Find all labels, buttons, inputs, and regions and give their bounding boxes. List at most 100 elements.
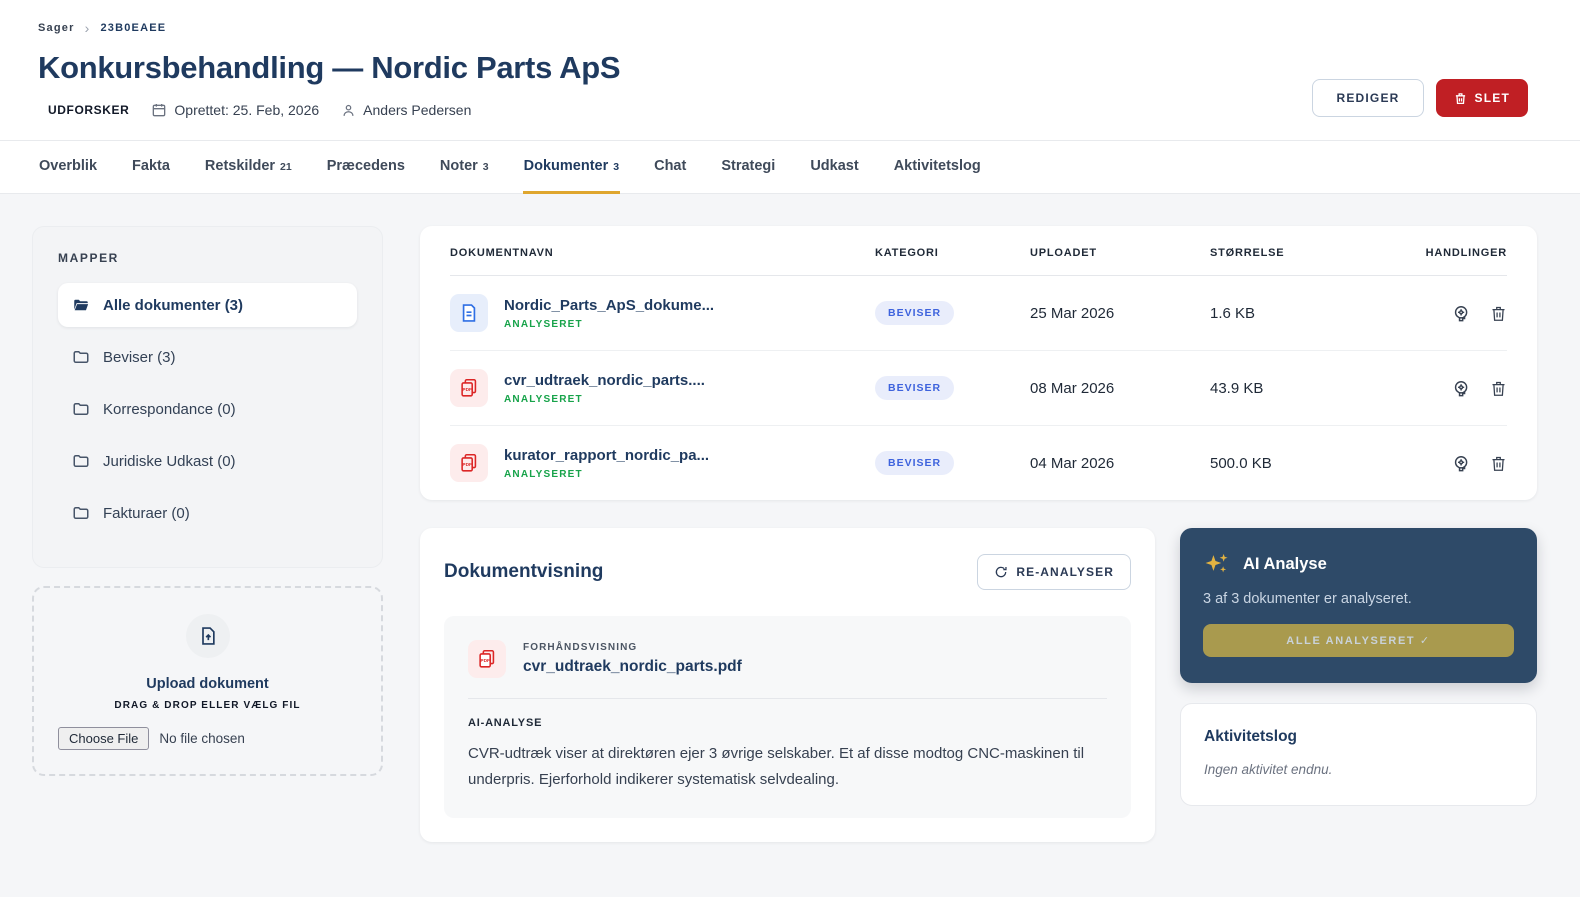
divider	[468, 698, 1107, 699]
folder-icon	[72, 452, 90, 470]
analyzed-badge: ANALYSERET	[504, 393, 583, 405]
tab-aktivitetslog[interactable]: Aktivitetslog	[893, 141, 982, 193]
case-owner: Anders Pedersen	[341, 102, 471, 118]
column-header-size: STØRRELSE	[1210, 247, 1285, 259]
folder-item-alle-dokumenter[interactable]: Alle dokumenter (3)	[58, 283, 357, 327]
document-viewer-panel: Dokumentvisning RE-ANALYSER PDF FORHÅNDS…	[420, 528, 1155, 842]
upload-title: Upload dokument	[146, 676, 269, 692]
delete-row-icon[interactable]	[1490, 454, 1507, 473]
ai-analysis-text: CVR-udtræk viser at direktøren ejer 3 øv…	[468, 745, 1085, 789]
ai-panel-status: 3 af 3 dokumenter er analyseret.	[1203, 591, 1412, 607]
ai-analysis-panel: AI Analyse 3 af 3 dokumenter er analyser…	[1180, 528, 1537, 683]
preview-label: FORHÅNDSVISNING	[523, 642, 638, 653]
folders-title: MAPPER	[58, 251, 119, 265]
preview-card: PDF FORHÅNDSVISNING cvr_udtraek_nordic_p…	[444, 616, 1131, 818]
tab-noter[interactable]: Noter 3	[439, 141, 490, 193]
tab-retskilder[interactable]: Retskilder 21	[204, 141, 293, 193]
calendar-icon	[151, 102, 167, 118]
pdf-file-icon: PDF	[450, 444, 488, 482]
table-row[interactable]: PDF cvr_udtraek_nordic_parts.... ANALYSE…	[450, 351, 1507, 426]
chevron-right-icon: ›	[84, 20, 91, 36]
bottom-row: Dokumentvisning RE-ANALYSER PDF FORHÅNDS…	[420, 528, 1537, 842]
folder-item-beviser[interactable]: Beviser (3)	[58, 335, 357, 379]
file-input: Choose File No file chosen	[58, 727, 357, 750]
delete-button[interactable]: SLET	[1435, 79, 1528, 117]
analyzed-badge: ANALYSERET	[504, 318, 583, 330]
trash-icon	[1454, 92, 1467, 105]
folder-icon	[72, 504, 90, 522]
tab-strategi[interactable]: Strategi	[720, 141, 776, 193]
activity-log-title: Aktivitetslog	[1204, 728, 1298, 745]
tab-praecedens[interactable]: Præcedens	[326, 141, 406, 193]
folder-item-fakturaer[interactable]: Fakturaer (0)	[58, 491, 357, 535]
table-row[interactable]: Nordic_Parts_ApS_dokume... ANALYSERET BE…	[450, 276, 1507, 351]
activity-log-panel: Aktivitetslog Ingen aktivitet endnu.	[1180, 703, 1537, 806]
upload-dropzone[interactable]: Upload dokument DRAG & DROP ELLER VÆLG F…	[32, 586, 383, 776]
document-name: kurator_rapport_nordic_pa...	[504, 446, 710, 464]
reanalyze-button[interactable]: RE-ANALYSER	[977, 554, 1131, 590]
svg-text:PDF: PDF	[480, 658, 490, 664]
delete-row-icon[interactable]	[1490, 304, 1507, 323]
column-header-actions: HANDLINGER	[1425, 247, 1507, 259]
tab-fakta[interactable]: Fakta	[131, 141, 171, 193]
column-header-category: KATEGORI	[875, 247, 939, 259]
ai-analysis-label: AI-ANALYSE	[468, 717, 543, 729]
tab-udkast[interactable]: Udkast	[809, 141, 859, 193]
pdf-file-icon: PDF	[450, 369, 488, 407]
document-name: cvr_udtraek_nordic_parts....	[504, 371, 705, 389]
activity-log-empty: Ingen aktivitet endnu.	[1204, 762, 1333, 777]
tab-overblik[interactable]: Overblik	[38, 141, 98, 193]
column-header-uploaded: UPLOADET	[1030, 247, 1097, 259]
folder-open-icon	[72, 296, 90, 314]
breadcrumb-case-id: 23B0EAEE	[100, 22, 167, 34]
table-header-row: DOKUMENTNAVN KATEGORI UPLOADET STØRRELSE…	[450, 226, 1507, 276]
tab-chat[interactable]: Chat	[653, 141, 687, 193]
analyze-icon[interactable]	[1452, 304, 1471, 323]
file-chosen-status: No file chosen	[159, 731, 245, 746]
table-row[interactable]: PDF kurator_rapport_nordic_pa... ANALYSE…	[450, 426, 1507, 500]
right-rail: AI Analyse 3 af 3 dokumenter er analyser…	[1180, 528, 1537, 806]
all-analyzed-button[interactable]: ALLE ANALYSERET ✓	[1203, 624, 1514, 657]
category-badge: BEVISER	[875, 301, 955, 325]
breadcrumb-root[interactable]: Sager	[38, 22, 75, 34]
created-date: Oprettet: 25. Feb, 2026	[151, 102, 319, 118]
file-size: 500.0 KB	[1210, 454, 1272, 472]
folder-icon	[72, 400, 90, 418]
case-tabs: Overblik Fakta Retskilder 21 Præcedens No…	[0, 140, 1580, 194]
role-badge: UDFORSKER	[48, 103, 130, 117]
documents-table: DOKUMENTNAVN KATEGORI UPLOADET STØRRELSE…	[420, 226, 1537, 500]
analyze-icon[interactable]	[1452, 379, 1471, 398]
header-actions: REDIGER SLET	[1312, 79, 1528, 117]
main-column: DOKUMENTNAVN KATEGORI UPLOADET STØRRELSE…	[420, 226, 1537, 842]
refresh-icon	[994, 565, 1008, 579]
file-size: 1.6 KB	[1210, 304, 1256, 322]
sparkles-icon	[1203, 552, 1231, 576]
folder-icon	[72, 348, 90, 366]
choose-file-button[interactable]: Choose File	[58, 727, 150, 750]
tab-dokumenter[interactable]: Dokumenter 3	[522, 141, 621, 194]
ai-panel-title: AI Analyse	[1243, 554, 1327, 573]
analyzed-badge: ANALYSERET	[504, 468, 583, 480]
svg-text:PDF: PDF	[462, 462, 472, 468]
analyze-icon[interactable]	[1452, 454, 1471, 473]
column-header-name: DOKUMENTNAVN	[450, 247, 554, 259]
pdf-file-icon: PDF	[468, 640, 506, 678]
edit-button[interactable]: REDIGER	[1312, 79, 1424, 117]
category-badge: BEVISER	[875, 451, 955, 475]
uploaded-date: 08 Mar 2026	[1030, 379, 1115, 397]
preview-filename: cvr_udtraek_nordic_parts.pdf	[523, 658, 742, 675]
upload-document-icon	[185, 614, 230, 658]
category-badge: BEVISER	[875, 376, 955, 400]
left-sidebar: MAPPER Alle dokumenter (3) Beviser (3) K…	[32, 226, 383, 842]
folder-item-korrespondance[interactable]: Korrespondance (0)	[58, 387, 357, 431]
document-name: Nordic_Parts_ApS_dokume...	[504, 296, 715, 314]
doc-file-icon	[450, 294, 488, 332]
uploaded-date: 25 Mar 2026	[1030, 304, 1115, 322]
folder-item-juridiske-udkast[interactable]: Juridiske Udkast (0)	[58, 439, 357, 483]
case-header: Sager › 23B0EAEE Konkursbehandling — Nor…	[0, 0, 1580, 140]
delete-row-icon[interactable]	[1490, 379, 1507, 398]
file-size: 43.9 KB	[1210, 379, 1264, 397]
content-area: MAPPER Alle dokumenter (3) Beviser (3) K…	[0, 194, 1580, 874]
uploaded-date: 04 Mar 2026	[1030, 454, 1115, 472]
folders-panel: MAPPER Alle dokumenter (3) Beviser (3) K…	[32, 226, 383, 568]
